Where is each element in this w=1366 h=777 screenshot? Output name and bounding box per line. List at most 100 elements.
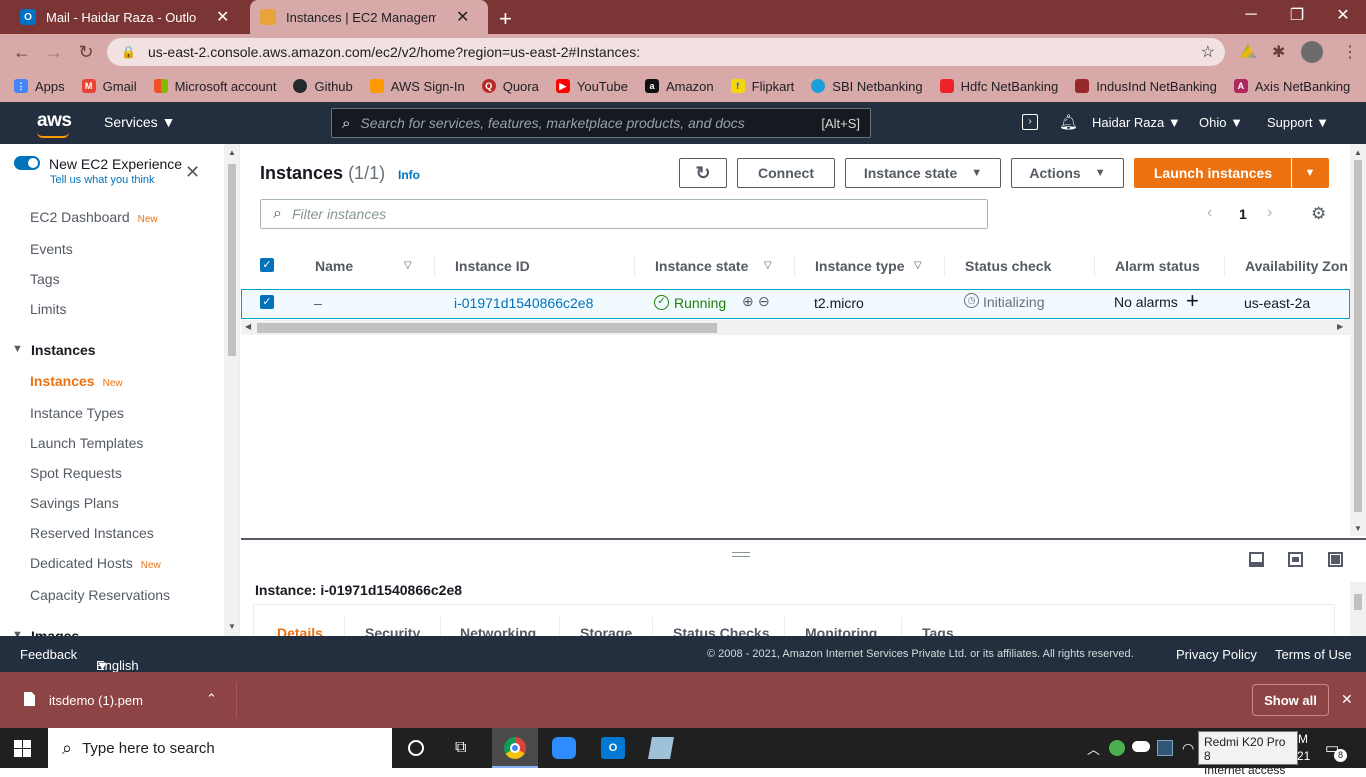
table-row[interactable]: [241, 289, 1350, 319]
sidebar-item-launch-templates[interactable]: Launch Templates: [30, 435, 143, 451]
tab-outlook[interactable]: O Mail - Haidar Raza - Outlook ✕: [8, 0, 248, 34]
scroll-down-icon[interactable]: ▼: [228, 622, 236, 631]
sidebar-item-limits[interactable]: Limits: [30, 301, 67, 317]
info-link[interactable]: Info: [398, 168, 420, 182]
column-header-availability-zone[interactable]: Availability Zon: [1245, 258, 1349, 274]
privacy-policy-link[interactable]: Privacy Policy: [1176, 647, 1257, 662]
column-divider[interactable]: [794, 255, 795, 277]
scroll-up-icon[interactable]: ▲: [1354, 148, 1362, 157]
sidebar-item-tags[interactable]: Tags: [30, 271, 60, 287]
column-header-status-check[interactable]: Status check: [965, 258, 1051, 274]
column-divider[interactable]: [1224, 255, 1225, 277]
bell-icon[interactable]: 🔔︎: [1059, 113, 1078, 131]
sidebar-item-reserved-instances[interactable]: Reserved Instances: [30, 525, 154, 541]
clock-date[interactable]: 21: [1297, 749, 1310, 763]
account-menu[interactable]: Haidar Raza ▼: [1092, 115, 1181, 130]
close-window-icon[interactable]: ✕: [1320, 0, 1366, 30]
add-alarm-icon[interactable]: +: [1186, 288, 1199, 314]
column-header-instance-state[interactable]: Instance state: [655, 258, 748, 274]
sidebar-section-images[interactable]: Images: [31, 628, 79, 636]
cloudshell-icon[interactable]: ›: [1022, 114, 1038, 130]
tab-ec2[interactable]: Instances | EC2 Management Con ✕: [250, 0, 488, 34]
bookmark-indusind[interactable]: IndusInd NetBanking: [1075, 79, 1217, 94]
sidebar-item-capacity-reservations[interactable]: Capacity Reservations: [30, 587, 170, 603]
aws-search-input[interactable]: ⌕ Search for services, features, marketp…: [331, 108, 871, 138]
back-icon[interactable]: ←: [10, 40, 34, 64]
column-divider[interactable]: [634, 255, 635, 277]
column-header-alarm-status[interactable]: Alarm status: [1115, 258, 1200, 274]
sidebar-item-instance-types[interactable]: Instance Types: [30, 405, 124, 421]
details-scrollbar[interactable]: [1350, 582, 1366, 638]
settings-gear-icon[interactable]: ⚙: [1311, 204, 1326, 224]
task-view-icon[interactable]: ⧉: [455, 739, 466, 757]
select-all-checkbox[interactable]: ✓: [260, 258, 274, 272]
bookmark-apps[interactable]: ⋮ Apps: [14, 79, 65, 94]
experience-toggle[interactable]: [14, 156, 40, 170]
sidebar-section-instances[interactable]: Instances: [31, 342, 96, 358]
filter-column-icon[interactable]: ▽: [914, 260, 922, 271]
filter-column-icon[interactable]: ▽: [764, 260, 772, 271]
bookmark-github[interactable]: Github: [293, 79, 353, 94]
cortana-icon[interactable]: [408, 740, 424, 756]
star-icon[interactable]: ☆: [1201, 42, 1215, 62]
menu-icon[interactable]: ⋮: [1342, 42, 1358, 62]
terms-of-use-link[interactable]: Terms of Use: [1275, 647, 1352, 662]
zoom-app-icon[interactable]: [552, 737, 576, 759]
actions-button[interactable]: Actions ▼: [1011, 158, 1124, 188]
bookmark-quora[interactable]: Q Quora: [481, 79, 539, 94]
onedrive-icon[interactable]: [1132, 741, 1150, 752]
extensions-icon[interactable]: ✱: [1272, 42, 1285, 62]
sidebar-item-dashboard[interactable]: EC2 Dashboard New: [30, 209, 158, 225]
launch-dropdown-button[interactable]: ▼: [1291, 158, 1329, 188]
launch-instances-button[interactable]: Launch instances: [1134, 158, 1292, 188]
next-page-icon[interactable]: ›: [1267, 204, 1272, 222]
new-tab-button[interactable]: +: [499, 6, 512, 32]
download-item[interactable]: itsdemo (1).pem ⌃: [12, 672, 236, 728]
sidebar-item-savings-plans[interactable]: Savings Plans: [30, 495, 119, 511]
network-app-icon[interactable]: [1157, 740, 1173, 756]
column-header-instance-id[interactable]: Instance ID: [455, 258, 530, 274]
filter-column-icon[interactable]: ▽: [404, 260, 412, 271]
close-tab-icon[interactable]: ✕: [216, 7, 229, 27]
previous-page-icon[interactable]: ‹: [1207, 204, 1212, 222]
system-tray-app-icon[interactable]: [1109, 740, 1125, 756]
scroll-up-icon[interactable]: ▲: [228, 148, 236, 157]
windows-start-icon[interactable]: [14, 740, 31, 757]
drive-extension-icon[interactable]: [1240, 44, 1256, 58]
sidebar-item-spot-requests[interactable]: Spot Requests: [30, 465, 122, 481]
zoom-in-icon[interactable]: ⊕: [742, 293, 754, 310]
bookmark-sbi[interactable]: SBI Netbanking: [811, 79, 923, 94]
column-header-instance-type[interactable]: Instance type: [815, 258, 904, 274]
region-menu[interactable]: Ohio ▼: [1199, 115, 1243, 130]
caret-down-icon[interactable]: ▼: [12, 343, 23, 355]
connect-button[interactable]: Connect: [737, 158, 835, 188]
caret-down-icon[interactable]: ▼: [12, 629, 23, 636]
sidebar-item-instances[interactable]: Instances New: [30, 373, 123, 389]
bookmark-amazon[interactable]: a Amazon: [644, 79, 714, 94]
bookmark-flipkart[interactable]: f Flipkart: [730, 79, 794, 94]
instance-state-button[interactable]: Instance state ▼: [845, 158, 1001, 188]
sidebar-item-dedicated-hosts[interactable]: Dedicated Hosts New: [30, 555, 161, 571]
taskbar-search-input[interactable]: ⌕ Type here to search: [48, 728, 392, 768]
column-header-name[interactable]: Name: [315, 258, 353, 274]
main-scrollbar-thumb[interactable]: [1354, 160, 1362, 512]
zoom-out-icon[interactable]: ⊖: [758, 293, 770, 310]
address-bar[interactable]: 🔒 us-east-2.console.aws.amazon.com/ec2/v…: [107, 38, 1225, 66]
clock-time[interactable]: M: [1298, 732, 1308, 746]
avatar[interactable]: [1301, 41, 1323, 63]
column-divider[interactable]: [944, 255, 945, 277]
close-icon[interactable]: ✕: [185, 162, 200, 183]
outlook-icon[interactable]: O: [601, 737, 625, 759]
reload-icon[interactable]: ↻: [74, 40, 98, 64]
row-checkbox[interactable]: ✓: [260, 295, 274, 309]
horizontal-scrollbar-thumb[interactable]: [257, 323, 717, 333]
bookmark-microsoft[interactable]: Microsoft account: [153, 79, 276, 94]
chevron-up-icon[interactable]: ⌃: [206, 691, 217, 707]
show-all-button[interactable]: Show all: [1252, 684, 1329, 716]
scroll-down-icon[interactable]: ▼: [1354, 524, 1362, 533]
close-icon[interactable]: ✕: [1341, 691, 1353, 708]
forward-icon[interactable]: →: [42, 40, 66, 64]
scroll-right-icon[interactable]: ▶: [1337, 322, 1343, 331]
chrome-taskbar-button[interactable]: [492, 728, 538, 768]
aws-logo[interactable]: aws: [37, 110, 72, 132]
